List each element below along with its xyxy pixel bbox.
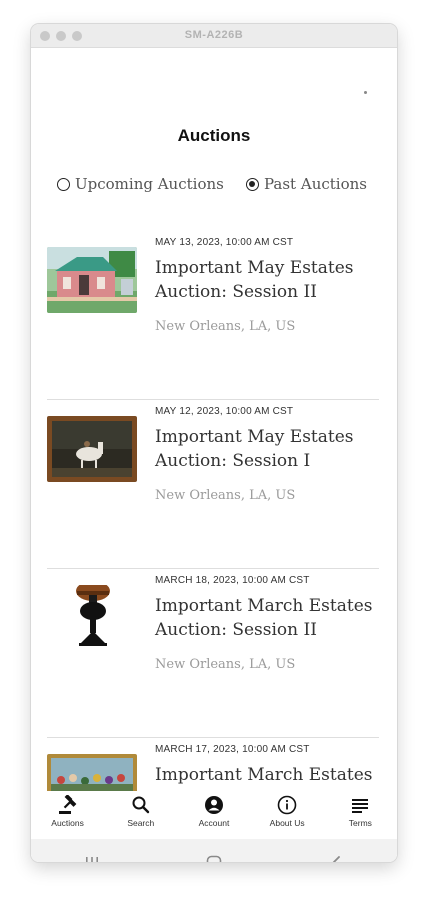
upcoming-auctions-label: Upcoming Auctions — [75, 175, 224, 193]
auction-date: MARCH 17, 2023, 10:00 AM CST — [155, 744, 310, 755]
auction-list-item[interactable]: MARCH 18, 2023, 10:00 AM CST Important M… — [31, 569, 397, 738]
device-window: SM-A226B Auctions Upcoming Auctions Past… — [31, 24, 397, 862]
auction-title: Important March Estates — [155, 765, 373, 785]
upcoming-auctions-radio[interactable]: Upcoming Auctions — [57, 175, 224, 193]
auction-thumbnail-oil-lamp — [47, 585, 137, 651]
tab-search[interactable]: Search — [106, 791, 176, 828]
auction-location: New Orleans, LA, US — [155, 319, 296, 334]
system-navigation-bar — [31, 839, 397, 862]
gavel-icon — [58, 795, 76, 814]
auction-date: MAY 12, 2023, 10:00 AM CST — [155, 406, 294, 417]
auction-thumbnail-crowd-painting — [47, 754, 137, 791]
search-icon — [132, 796, 149, 814]
radio-checked-icon — [246, 177, 259, 191]
recent-apps-button[interactable] — [62, 848, 122, 862]
auction-title: Important May Estates Auction: Session I — [155, 427, 354, 471]
window-titlebar: SM-A226B — [31, 24, 397, 48]
radio-unchecked-icon — [57, 177, 70, 191]
auction-thumbnail-horse-painting — [47, 416, 137, 482]
tab-label: Auctions — [51, 818, 84, 828]
auction-filter: Upcoming Auctions Past Auctions — [57, 175, 377, 197]
tab-about-us[interactable]: About Us — [252, 791, 322, 828]
window-title: SM-A226B — [184, 29, 244, 41]
account-icon — [204, 796, 223, 814]
auction-date: MARCH 18, 2023, 10:00 AM CST — [155, 575, 310, 586]
auction-list-item[interactable]: MARCH 17, 2023, 10:00 AM CST Important M… — [31, 738, 397, 791]
auction-location: New Orleans, LA, US — [155, 657, 296, 672]
home-button[interactable] — [184, 848, 244, 862]
auction-date: MAY 13, 2023, 10:00 AM CST — [155, 237, 294, 248]
tab-terms[interactable]: Terms — [325, 791, 395, 828]
info-icon — [277, 795, 297, 815]
tab-label: Account — [198, 818, 230, 828]
past-auctions-radio[interactable]: Past Auctions — [246, 175, 367, 193]
app-screen: Auctions Upcoming Auctions Past Auctions — [31, 48, 397, 862]
page-title: Auctions — [177, 126, 251, 145]
recent-apps-icon — [86, 856, 98, 862]
auction-list-item[interactable]: MAY 12, 2023, 10:00 AM CST Important May… — [31, 400, 397, 569]
back-icon — [332, 855, 340, 862]
auction-location: New Orleans, LA, US — [155, 488, 296, 503]
auction-title: Important March Estates Auction: Session… — [155, 596, 373, 640]
status-indicator — [364, 91, 367, 94]
home-icon — [206, 855, 222, 862]
tab-label: Search — [127, 818, 155, 828]
back-button[interactable] — [306, 848, 366, 862]
tab-label: About Us — [269, 818, 305, 828]
tab-label: Terms — [348, 818, 372, 828]
auction-list[interactable]: MAY 13, 2023, 10:00 AM CST Important May… — [31, 231, 397, 791]
auction-thumbnail-house-painting — [47, 247, 137, 313]
tab-auctions[interactable]: Auctions — [33, 791, 103, 828]
auction-list-item[interactable]: MAY 13, 2023, 10:00 AM CST Important May… — [31, 231, 397, 400]
bottom-tab-bar: Auctions Search Account About Us Terms — [31, 791, 397, 839]
terms-icon — [352, 799, 369, 813]
past-auctions-label: Past Auctions — [264, 175, 367, 193]
tab-account[interactable]: Account — [179, 791, 249, 828]
auction-title: Important May Estates Auction: Session I… — [155, 258, 354, 302]
